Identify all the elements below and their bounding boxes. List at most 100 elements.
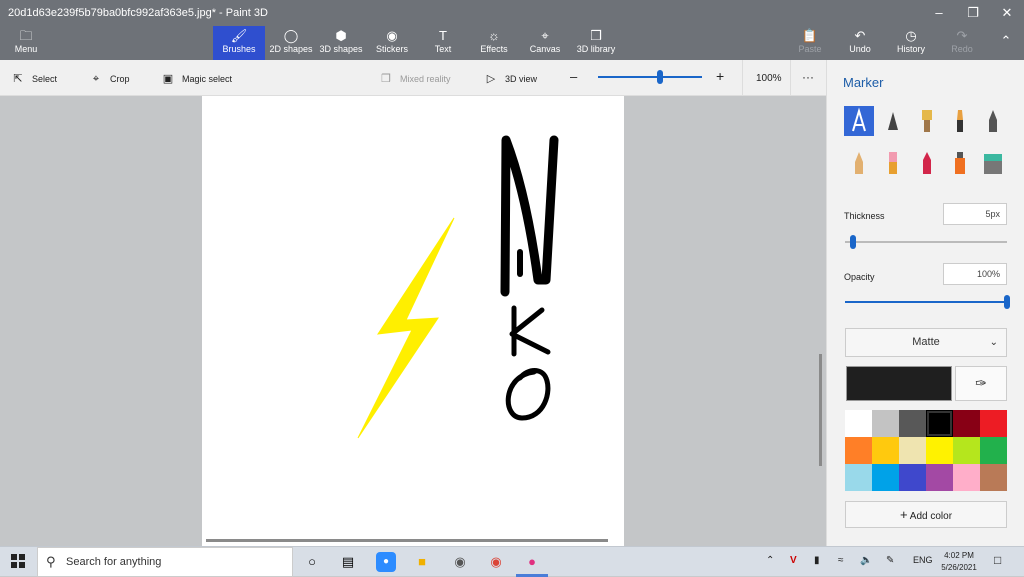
- letter-k: [509, 305, 551, 357]
- camera-icon[interactable]: ◉: [450, 552, 470, 572]
- tab-stickers[interactable]: ◉ Stickers: [372, 26, 412, 60]
- opacity-input[interactable]: 100%: [943, 263, 1007, 285]
- palette-swatch[interactable]: [953, 464, 980, 491]
- drawing-canvas[interactable]: [202, 96, 624, 546]
- redo-button[interactable]: ↷ Redo: [948, 26, 976, 60]
- canvas-icon: ⌖: [541, 28, 549, 43]
- zoom-app-icon[interactable]: ●: [376, 552, 396, 572]
- cursor-icon: ⇱: [13, 73, 23, 85]
- 3d-view-button[interactable]: ▷ 3D view: [485, 72, 537, 86]
- close-icon[interactable]: ✕: [990, 0, 1024, 26]
- task-view-icon[interactable]: ○: [302, 552, 322, 572]
- palette-swatch[interactable]: [845, 410, 872, 437]
- brush-icon: 🖌: [230, 28, 248, 43]
- finish-dropdown[interactable]: Matte ⌄: [845, 328, 1007, 357]
- palette-swatch[interactable]: [899, 464, 926, 491]
- sun-icon: ☼: [488, 28, 500, 43]
- marker-tool[interactable]: [844, 106, 874, 136]
- chevron-up-tray-icon[interactable]: ⌃: [766, 555, 774, 566]
- tab-effects[interactable]: ☼ Effects: [476, 26, 512, 60]
- widgets-icon[interactable]: ▤: [338, 552, 358, 572]
- palette-swatch[interactable]: [980, 464, 1007, 491]
- folder-icon: 🗀: [19, 28, 33, 43]
- tab-2d-shapes[interactable]: ◯ 2D shapes: [267, 26, 315, 60]
- vertical-scrollbar[interactable]: [819, 354, 822, 466]
- select-button[interactable]: ⇱ Select: [12, 72, 57, 86]
- tab-brushes[interactable]: 🖌 Brushes: [213, 26, 265, 60]
- oil-brush-tool[interactable]: [912, 106, 942, 136]
- calligraphy-pen-tool[interactable]: [878, 106, 908, 136]
- crayon-tool[interactable]: [912, 148, 942, 178]
- 3d-view-icon: ▷: [486, 73, 496, 85]
- mixed-reality-button[interactable]: ❒ Mixed reality: [380, 72, 450, 86]
- add-color-button[interactable]: + Add color: [845, 501, 1007, 528]
- menu-button[interactable]: 🗀 Menu: [6, 26, 46, 60]
- palette-swatch[interactable]: [953, 437, 980, 464]
- battery-icon[interactable]: ▮: [814, 555, 820, 566]
- spray-can-tool[interactable]: [945, 148, 975, 178]
- taskbar-search[interactable]: ⚲ Search for anything: [37, 547, 293, 577]
- zoom-in-button[interactable]: +: [716, 69, 724, 83]
- eyedropper-button[interactable]: ✑: [955, 366, 1007, 401]
- letter-n: [500, 135, 559, 297]
- tab-label: Canvas: [529, 44, 561, 54]
- palette-swatch[interactable]: [899, 410, 926, 437]
- palette-swatch[interactable]: [926, 437, 953, 464]
- undo-button[interactable]: ↶ Undo: [846, 26, 874, 60]
- palette-swatch[interactable]: [953, 410, 980, 437]
- tab-canvas[interactable]: ⌖ Canvas: [527, 26, 563, 60]
- thickness-slider[interactable]: [845, 241, 1007, 243]
- tab-text[interactable]: T Text: [428, 26, 458, 60]
- thickness-label: Thickness: [844, 211, 885, 221]
- paint-3d-taskbar-icon[interactable]: ●: [522, 552, 542, 572]
- zoom-slider-thumb[interactable]: [657, 70, 664, 84]
- pixel-pen-tool[interactable]: [978, 106, 1008, 136]
- pencil-tool[interactable]: [844, 148, 874, 178]
- palette-swatch[interactable]: [899, 437, 926, 464]
- palette-swatch[interactable]: [926, 410, 953, 437]
- maximize-icon[interactable]: ❐: [956, 0, 990, 26]
- thickness-slider-thumb[interactable]: [850, 235, 857, 249]
- horizontal-scrollbar[interactable]: [206, 539, 608, 542]
- finish-value: Matte: [912, 336, 940, 348]
- chrome-icon[interactable]: ◉: [486, 552, 506, 572]
- language-indicator[interactable]: ENG: [913, 555, 933, 565]
- eraser-tool[interactable]: [878, 148, 908, 178]
- file-explorer-icon[interactable]: ■: [412, 552, 432, 572]
- windows-start-icon[interactable]: [8, 551, 28, 571]
- palette-swatch[interactable]: [845, 437, 872, 464]
- paste-button[interactable]: 📋 Paste: [796, 26, 824, 60]
- crop-button[interactable]: ⌖ Crop: [90, 72, 130, 86]
- tab-3d-shapes[interactable]: ⬢ 3D shapes: [319, 26, 363, 60]
- thickness-input[interactable]: 5px: [943, 203, 1007, 225]
- palette-swatch[interactable]: [872, 437, 899, 464]
- palette-swatch[interactable]: [872, 464, 899, 491]
- minimize-icon[interactable]: –: [922, 0, 956, 26]
- chevron-down-icon: ⌄: [989, 337, 998, 348]
- palette-swatch[interactable]: [980, 437, 1007, 464]
- history-button[interactable]: ◷ History: [894, 26, 928, 60]
- collapse-ribbon-button[interactable]: ⌃: [994, 26, 1018, 60]
- palette-swatch[interactable]: [872, 410, 899, 437]
- palette-swatch[interactable]: [845, 464, 872, 491]
- opacity-slider-thumb[interactable]: [1004, 295, 1010, 309]
- paste-label: Paste: [798, 44, 822, 54]
- watercolor-tool[interactable]: [945, 106, 975, 136]
- zoom-slider-track[interactable]: [598, 76, 702, 78]
- wifi-icon[interactable]: ≈: [838, 555, 844, 566]
- clock[interactable]: 4:02 PM 5/26/2021: [932, 550, 986, 574]
- zoom-level: 100%: [756, 73, 782, 84]
- magic-select-button[interactable]: ▣ Magic select: [162, 72, 232, 86]
- more-options-button[interactable]: ···: [802, 70, 814, 84]
- selected-color-swatch[interactable]: [846, 366, 952, 401]
- notifications-icon[interactable]: □: [994, 553, 1001, 567]
- speaker-icon[interactable]: 🔈: [860, 555, 872, 566]
- palette-swatch[interactable]: [980, 410, 1007, 437]
- zoom-out-button[interactable]: –: [570, 70, 577, 84]
- tab-3d-library[interactable]: ❒ 3D library: [574, 26, 618, 60]
- pen-icon[interactable]: ✎: [886, 555, 894, 566]
- opacity-slider[interactable]: [845, 301, 1007, 303]
- palette-swatch[interactable]: [926, 464, 953, 491]
- fill-tool[interactable]: [978, 148, 1008, 178]
- antivirus-tray-icon[interactable]: V: [790, 555, 797, 566]
